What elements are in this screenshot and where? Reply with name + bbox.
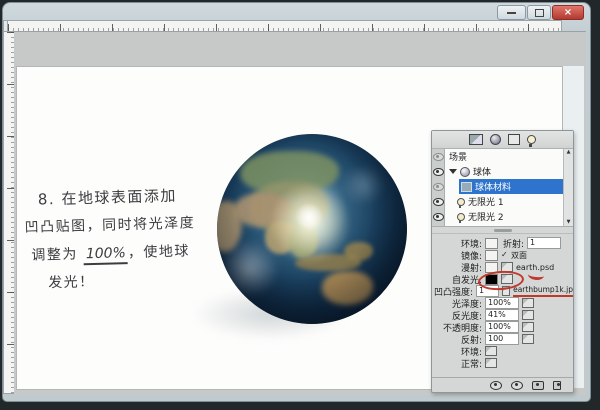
- self-illumination-row: 自发光:: [434, 273, 573, 285]
- reflectivity-row: 反射: 100: [434, 333, 573, 345]
- bump-texture-icon[interactable]: [502, 286, 510, 296]
- list-item-sphere-material[interactable]: 球体材料: [445, 179, 563, 194]
- scene-filter-icon[interactable]: [469, 134, 483, 145]
- visibility-column: [432, 149, 445, 226]
- eye-icon[interactable]: [433, 153, 444, 161]
- self-illumination-texture-icon[interactable]: [501, 274, 513, 284]
- minimize-button[interactable]: [497, 5, 526, 20]
- list-item-sphere[interactable]: 球体: [445, 164, 563, 179]
- note-underlined-value: 100%: [84, 245, 129, 265]
- eye-icon[interactable]: [433, 198, 444, 206]
- close-button[interactable]: ×: [552, 5, 584, 20]
- ambient-color-swatch[interactable]: [485, 238, 498, 249]
- 3d-panel-footer: [432, 377, 573, 392]
- opacity-input[interactable]: 100%: [485, 321, 519, 333]
- globe-edge-shading: [217, 134, 407, 324]
- normal-row: 正常:: [434, 357, 573, 369]
- earth-globe-render: [217, 134, 407, 324]
- ambient-refraction-row: 环境: 折射: 1: [434, 237, 573, 249]
- app-window: × 8. 在地球表面添加 凹凸贴图，同时将光泽度 调整为 100%，使地球 发光…: [2, 2, 591, 402]
- maximize-icon: [535, 9, 544, 17]
- normal-texture-icon[interactable]: [485, 358, 497, 368]
- diffuse-texture-icon[interactable]: [501, 262, 513, 272]
- sphere-mesh-icon: [460, 167, 470, 177]
- reflectivity-texture-icon[interactable]: [522, 334, 534, 344]
- list-item-scene[interactable]: 场景: [445, 149, 563, 164]
- shininess-row: 反光度: 41%: [434, 309, 573, 321]
- screenshot-root: × 8. 在地球表面添加 凹凸贴图，同时将光泽度 调整为 100%，使地球 发光…: [0, 0, 600, 410]
- note-line-4: 发光！: [26, 264, 237, 298]
- material-properties: 环境: 折射: 1 镜像: ✓ 双面 漫射: earth.psd: [432, 234, 573, 369]
- environment-row: 环境:: [434, 345, 573, 357]
- glossiness-texture-icon[interactable]: [522, 298, 534, 308]
- diffuse-texture-filename: earth.psd: [516, 263, 554, 272]
- toggle-lights-icon[interactable]: [511, 381, 523, 390]
- scroll-up-icon[interactable]: ▲: [567, 149, 571, 156]
- diffuse-color-swatch[interactable]: [485, 262, 498, 273]
- reflectivity-input[interactable]: 100: [485, 333, 519, 345]
- shininess-texture-icon[interactable]: [522, 310, 534, 320]
- glossiness-row: 光泽度: 100%: [434, 297, 573, 309]
- handwritten-note: 8. 在地球表面添加 凹凸贴图，同时将光泽度 调整为 100%，使地球 发光！: [23, 180, 236, 298]
- eye-icon[interactable]: [433, 213, 444, 221]
- cross-section-icon[interactable]: [532, 381, 544, 390]
- light-icon: [457, 198, 465, 206]
- bump-strength-input[interactable]: 1: [476, 285, 499, 297]
- object-rows: 场景 球体 球体材料 无限光 1: [445, 149, 563, 226]
- panel-divider[interactable]: [432, 227, 573, 234]
- selected-row-highlight: 球体材料: [459, 179, 563, 194]
- toggle-ground-plane-icon[interactable]: [490, 381, 502, 390]
- materials-filter-icon[interactable]: [508, 134, 520, 145]
- bump-texture-filename[interactable]: earthbump1k.jp: [513, 285, 573, 297]
- expander-triangle-icon[interactable]: [449, 169, 457, 174]
- bump-strength-row: 凹凸强度: 1 earthbump1k.jp: [434, 285, 573, 297]
- specular-row: 镜像: ✓ 双面: [434, 249, 573, 261]
- divider-grip: [494, 229, 512, 232]
- glossiness-input[interactable]: 100%: [485, 297, 519, 309]
- meshes-filter-icon[interactable]: [490, 134, 501, 145]
- lights-filter-icon[interactable]: [527, 135, 536, 144]
- close-icon: ×: [564, 8, 572, 18]
- list-item-infinite-light-1[interactable]: 无限光 1: [445, 194, 563, 209]
- 3d-panel: 场景 球体 球体材料 无限光 1: [431, 130, 574, 393]
- list-item-infinite-light-2[interactable]: 无限光 2: [445, 209, 563, 224]
- environment-texture-icon[interactable]: [485, 346, 497, 356]
- scroll-down-icon[interactable]: ▼: [567, 219, 571, 226]
- material-icon: [461, 182, 472, 192]
- eye-icon[interactable]: [433, 183, 444, 191]
- maximize-button[interactable]: [527, 5, 551, 20]
- eye-icon[interactable]: [433, 168, 444, 176]
- self-illumination-swatch[interactable]: [485, 274, 498, 285]
- refraction-input[interactable]: 1: [527, 237, 561, 249]
- two-sided-checkbox[interactable]: ✓: [501, 251, 509, 259]
- minimize-icon: [507, 12, 516, 14]
- 3d-panel-filter-bar: [432, 131, 573, 149]
- diffuse-row: 漫射: earth.psd: [434, 261, 573, 273]
- specular-color-swatch[interactable]: [485, 250, 498, 261]
- shininess-input[interactable]: 41%: [485, 309, 519, 321]
- opacity-row: 不透明度: 100%: [434, 321, 573, 333]
- 3d-object-list: 场景 球体 球体材料 无限光 1: [432, 149, 573, 227]
- opacity-texture-icon[interactable]: [522, 322, 534, 332]
- list-scrollbar[interactable]: ▲ ▼: [563, 149, 573, 226]
- light-icon: [457, 213, 465, 221]
- delete-icon[interactable]: [553, 381, 561, 390]
